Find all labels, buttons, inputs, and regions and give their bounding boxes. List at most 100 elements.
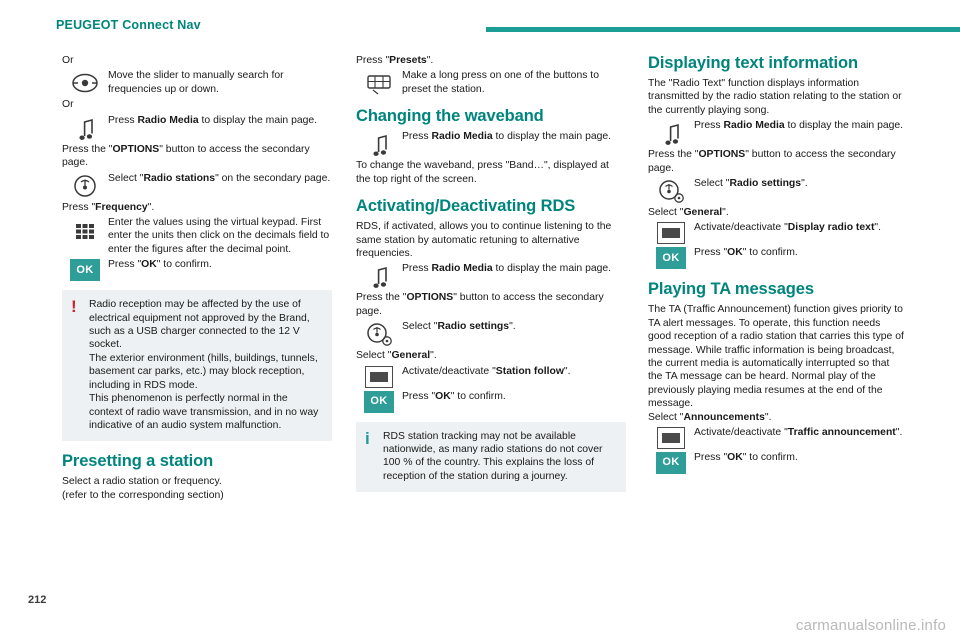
- header-rule: [486, 27, 960, 32]
- radio-stations-row: Select "Radio stations" on the secondary…: [62, 172, 332, 199]
- toggle-box-icon: [356, 365, 402, 388]
- press-ok-row-4: OK Press "OK" to confirm.: [648, 451, 904, 475]
- options-instruction-2: Press the "OPTIONS" button to access the…: [356, 291, 626, 318]
- long-press-text: Make a long press on one of the buttons …: [402, 70, 599, 95]
- warning-note: ! Radio reception may be affected by the…: [62, 290, 332, 442]
- press-ok-text-2: Press "OK" to confirm.: [402, 390, 626, 403]
- ta-intro-text: The TA (Traffic Announcement) function g…: [648, 304, 904, 410]
- presets-icon: [356, 69, 402, 96]
- music-note-icon: [62, 114, 108, 141]
- radio-settings-row-1: Select "Radio settings".: [356, 320, 626, 347]
- options-bold-2: OPTIONS: [406, 292, 454, 304]
- radio-media-text-2: Press Radio Media to display the main pa…: [402, 130, 626, 143]
- press-ok-prefix-4: Press ": [694, 452, 728, 464]
- press-frequency-line: Press "Frequency".: [62, 201, 332, 214]
- warning-note-line-2: The exterior environment (hills, buildin…: [89, 352, 318, 391]
- display-radio-text-text: Activate/deactivate "Display radio text"…: [694, 221, 904, 234]
- select-announcements-prefix: Select ": [648, 411, 684, 423]
- radio-settings-row-2: Select "Radio settings".: [648, 177, 904, 204]
- radio-media-text-1: Press Radio Media to display the main pa…: [108, 114, 332, 127]
- station-follow-suffix: ".: [563, 365, 571, 377]
- station-follow-prefix: Activate/deactivate ": [402, 365, 496, 377]
- info-icon: i: [365, 428, 370, 448]
- keypad-text: Enter the values using the virtual keypa…: [108, 217, 330, 255]
- warning-note-line-3: This phenomenon is perfectly normal in t…: [89, 393, 319, 431]
- options-bold-1: OPTIONS: [112, 143, 160, 155]
- select-general-line-2: Select "General".: [648, 206, 904, 219]
- select-general-prefix-1: Select ": [356, 350, 392, 362]
- page-header: PEUGEOT Connect Nav: [0, 18, 960, 42]
- radio-slider-icon: [62, 69, 108, 96]
- brand-title: PEUGEOT Connect Nav: [56, 18, 201, 32]
- options-bold-3: OPTIONS: [698, 149, 746, 161]
- heading-displaying-text-information: Displaying text information: [648, 54, 858, 72]
- press-ok-suffix-3: " to confirm.: [742, 247, 798, 259]
- presetting-line-1: Select a radio station or frequency.: [62, 476, 222, 488]
- keypad-row: Enter the values using the virtual keypa…: [62, 216, 332, 256]
- press-presets-line: Press "Presets".: [356, 54, 626, 67]
- long-press-row: Make a long press on one of the buttons …: [356, 69, 626, 96]
- options-instruction-1: Press the "OPTIONS" button to access the…: [62, 143, 332, 170]
- press-frequency-bold: Frequency: [95, 201, 148, 213]
- station-follow-row: Activate/deactivate "Station follow".: [356, 365, 626, 388]
- heading-playing-ta-messages: Playing TA messages: [648, 280, 814, 299]
- warning-note-line-1: Radio reception may be affected by the u…: [89, 299, 310, 351]
- radio-media-prefix-1: Press: [108, 114, 138, 126]
- ok-label-2: OK: [364, 390, 394, 413]
- radio-stations-prefix: Select ": [108, 172, 144, 184]
- heading-changing-waveband: Changing the waveband: [356, 107, 544, 126]
- press-ok-suffix-1: " to confirm.: [156, 259, 212, 271]
- press-ok-bold-2: OK: [435, 390, 451, 402]
- radio-settings-suffix-1: ".: [509, 321, 516, 333]
- radio-media-bold-4: Radio Media: [723, 120, 785, 132]
- rds-intro-text: RDS, if activated, allows you to continu…: [356, 221, 612, 260]
- radio-settings-prefix-2: Select ": [694, 178, 730, 190]
- ok-button-icon: OK: [62, 258, 108, 282]
- radio-settings-prefix-1: Select ": [402, 321, 438, 333]
- press-ok-suffix-4: " to confirm.: [742, 452, 798, 464]
- ok-label-4: OK: [656, 452, 686, 475]
- options-prefix-3: Press the ": [648, 149, 699, 161]
- radio-tower-icon: [62, 172, 108, 199]
- display-radio-text-bold: Display radio text: [787, 222, 875, 234]
- music-note-icon: [356, 262, 402, 289]
- traffic-announcement-row: Activate/deactivate "Traffic announcemen…: [648, 426, 904, 450]
- radio-stations-suffix: " on the secondary page.: [215, 172, 331, 184]
- press-presets-prefix: Press ": [356, 55, 390, 66]
- waveband-change-text: To change the waveband, press "Band…", d…: [356, 160, 609, 185]
- radio-media-bold-2: Radio Media: [431, 131, 493, 143]
- radio-media-suffix-1: to display the main page.: [198, 114, 318, 126]
- ok-button-icon: OK: [356, 390, 402, 413]
- press-ok-prefix-2: Press ": [402, 390, 436, 402]
- select-general-prefix-2: Select ": [648, 207, 684, 219]
- radio-media-prefix-4: Press: [694, 120, 724, 132]
- radio-media-suffix-4: to display the main page.: [784, 120, 904, 132]
- toggle-box-icon: [648, 426, 694, 450]
- select-general-suffix-2: ".: [722, 207, 729, 219]
- warning-note-body: Radio reception may be affected by the u…: [89, 298, 322, 432]
- press-ok-row-3: OK Press "OK" to confirm.: [648, 246, 904, 270]
- warning-icon: !: [71, 297, 77, 317]
- press-ok-text-3: Press "OK" to confirm.: [694, 246, 904, 259]
- toggle-box-icon: [648, 221, 694, 245]
- press-ok-row-2: OK Press "OK" to confirm.: [356, 390, 626, 413]
- radio-media-row-4: Press Radio Media to display the main pa…: [648, 119, 904, 146]
- traffic-announcement-prefix: Activate/deactivate ": [694, 427, 788, 439]
- press-ok-prefix-1: Press ": [108, 259, 142, 271]
- press-ok-text-1: Press "OK" to confirm.: [108, 258, 332, 271]
- radio-settings-bold-2: Radio settings: [729, 178, 802, 190]
- select-announcements-line: Select "Announcements".: [648, 411, 904, 424]
- virtual-keypad-icon: [62, 216, 108, 243]
- station-follow-bold: Station follow: [495, 365, 564, 377]
- radio-settings-suffix-2: ".: [801, 178, 808, 190]
- display-radio-text-row: Activate/deactivate "Display radio text"…: [648, 221, 904, 245]
- select-general-line-1: Select "General".: [356, 349, 626, 362]
- press-frequency-suffix: ".: [147, 201, 155, 213]
- select-general-suffix-1: ".: [430, 350, 437, 362]
- press-ok-bold-1: OK: [141, 259, 157, 271]
- options-prefix-1: Press the ": [62, 143, 113, 155]
- radio-media-row-2: Press Radio Media to display the main pa…: [356, 130, 626, 157]
- heading-activating-rds: Activating/Deactivating RDS: [356, 197, 576, 216]
- radio-media-prefix-3: Press: [402, 263, 432, 275]
- radio-media-bold-1: Radio Media: [137, 114, 199, 126]
